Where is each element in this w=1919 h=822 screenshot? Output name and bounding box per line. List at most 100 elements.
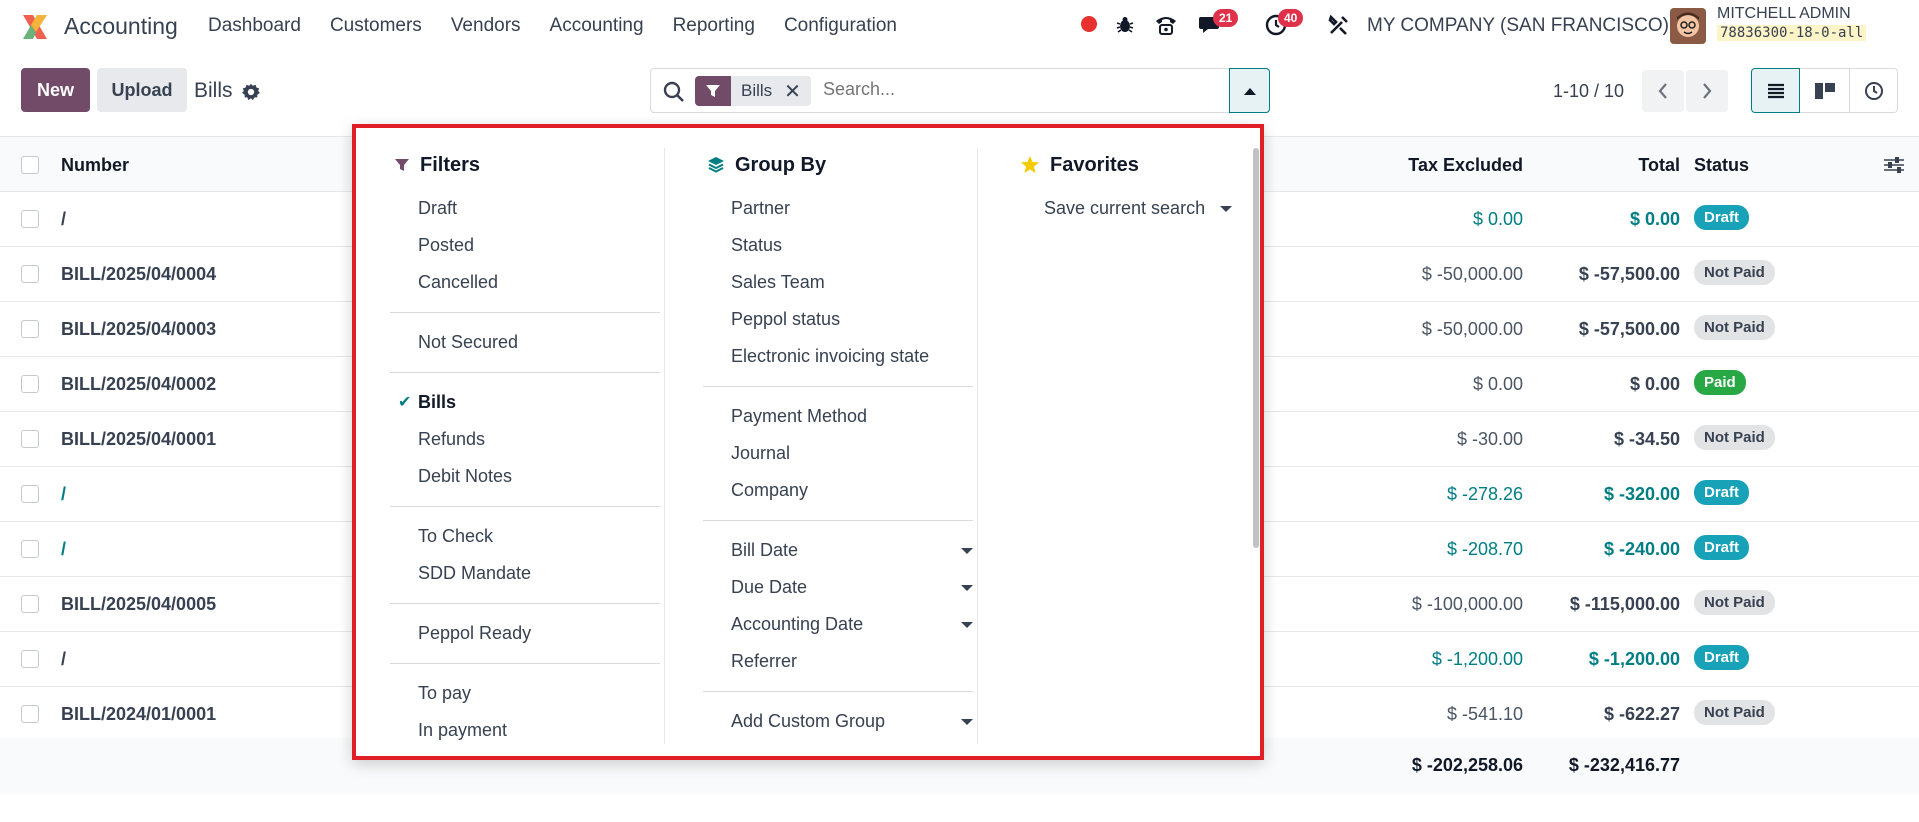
- column-tax-excluded[interactable]: Tax Excluded: [1408, 155, 1523, 176]
- company-switcher[interactable]: MY COMPANY (SAN FRANCISCO): [1367, 15, 1669, 37]
- facet-remove-icon[interactable]: ✕: [780, 76, 811, 106]
- filter-sdd-mandate[interactable]: SDD Mandate: [390, 555, 660, 592]
- toggle-search-panel-button[interactable]: [1229, 68, 1270, 113]
- menu-accounting[interactable]: Accounting: [550, 15, 644, 37]
- groupby-accounting-date[interactable]: Accounting Date: [703, 606, 973, 643]
- clock-icon: [1864, 81, 1883, 100]
- groupby-referrer[interactable]: Referrer: [703, 643, 973, 680]
- upload-button[interactable]: Upload: [97, 68, 187, 112]
- dropdown-scrollbar[interactable]: [1252, 128, 1260, 756]
- activity-view-button[interactable]: [1849, 68, 1898, 113]
- filter-icon: [695, 76, 731, 106]
- optional-columns-icon[interactable]: [1883, 156, 1905, 174]
- status-badge: Not Paid: [1694, 260, 1775, 285]
- filter-refunds[interactable]: Refunds: [390, 421, 660, 458]
- add-custom-group-select[interactable]: Add Custom Group: [703, 703, 973, 740]
- row-checkbox[interactable]: [21, 650, 39, 668]
- filter-not-secured[interactable]: Not Secured: [390, 324, 660, 361]
- gear-icon[interactable]: [242, 83, 260, 101]
- row-checkbox[interactable]: [21, 705, 39, 723]
- menu-dashboard[interactable]: Dashboard: [208, 15, 301, 37]
- filters-column: Filters Draft Posted Cancelled Not Secur…: [390, 152, 660, 749]
- row-checkbox[interactable]: [21, 375, 39, 393]
- new-button[interactable]: New: [21, 68, 90, 112]
- sum-tax-excluded: $ -202,258.06: [1411, 755, 1523, 775]
- column-divider: [977, 148, 978, 744]
- row-checkbox[interactable]: [21, 540, 39, 558]
- cell-total: $ -240.00: [1603, 539, 1680, 559]
- pager-value[interactable]: 1-10 / 10: [1553, 81, 1624, 102]
- app-name[interactable]: Accounting: [64, 13, 178, 40]
- recording-indicator-icon[interactable]: [1081, 16, 1097, 32]
- pager-previous-button[interactable]: [1642, 70, 1684, 112]
- column-total[interactable]: Total: [1638, 155, 1680, 176]
- pager-next-button[interactable]: [1686, 70, 1728, 112]
- groupby-partner[interactable]: Partner: [703, 190, 973, 227]
- phone-icon[interactable]: [1153, 12, 1179, 38]
- cell-number: BILL/2025/04/0002: [61, 374, 217, 394]
- list-icon: [1767, 83, 1784, 98]
- cell-tax-excluded: $ -278.26: [1446, 484, 1523, 504]
- favorites-column: Favorites Save current search: [1016, 152, 1236, 227]
- select-all-checkbox[interactable]: [21, 156, 39, 174]
- settings-tools-icon[interactable]: [1326, 12, 1352, 38]
- column-divider: [664, 148, 665, 744]
- column-number[interactable]: Number: [61, 155, 129, 176]
- groupby-company[interactable]: Company: [703, 472, 973, 509]
- favorites-heading: Favorites: [1016, 152, 1236, 178]
- cell-number: /: [61, 649, 67, 669]
- filter-in-payment[interactable]: In payment: [390, 712, 660, 749]
- bug-icon[interactable]: [1112, 12, 1138, 38]
- accounting-app-icon[interactable]: [20, 12, 50, 42]
- groupby-payment-method[interactable]: Payment Method: [703, 398, 973, 435]
- row-checkbox[interactable]: [21, 265, 39, 283]
- cell-tax-excluded: $ -100,000.00: [1411, 594, 1523, 614]
- search-bar[interactable]: Bills ✕: [650, 68, 1270, 113]
- groupby-sales-team[interactable]: Sales Team: [703, 264, 973, 301]
- status-badge: Not Paid: [1694, 700, 1775, 725]
- filter-peppol-ready[interactable]: Peppol Ready: [390, 615, 660, 652]
- save-current-search[interactable]: Save current search: [1016, 190, 1236, 227]
- filter-to-pay[interactable]: To pay: [390, 675, 660, 712]
- status-badge: Not Paid: [1694, 425, 1775, 450]
- row-checkbox[interactable]: [21, 210, 39, 228]
- filter-debit-notes[interactable]: Debit Notes: [390, 458, 660, 495]
- groupby-bill-date[interactable]: Bill Date: [703, 532, 973, 569]
- row-checkbox[interactable]: [21, 485, 39, 503]
- row-checkbox[interactable]: [21, 320, 39, 338]
- divider: [703, 520, 973, 521]
- groupby-due-date[interactable]: Due Date: [703, 569, 973, 606]
- groupby-status[interactable]: Status: [703, 227, 973, 264]
- search-input[interactable]: [823, 79, 1203, 100]
- menu-configuration[interactable]: Configuration: [784, 15, 897, 37]
- status-badge: Draft: [1694, 480, 1750, 505]
- filter-to-check[interactable]: To Check: [390, 518, 660, 555]
- filter-bills[interactable]: ✔ Bills: [390, 384, 660, 421]
- filter-cancelled[interactable]: Cancelled: [390, 264, 660, 301]
- user-name[interactable]: MITCHELL ADMIN: [1717, 5, 1851, 23]
- row-checkbox[interactable]: [21, 595, 39, 613]
- cell-number: BILL/2024/01/0001: [61, 704, 217, 724]
- menu-customers[interactable]: Customers: [330, 15, 422, 37]
- menu-reporting[interactable]: Reporting: [673, 15, 755, 37]
- filter-draft[interactable]: Draft: [390, 190, 660, 227]
- cell-number: /: [61, 539, 67, 559]
- cell-tax-excluded: $ -50,000.00: [1421, 264, 1523, 284]
- menu-vendors[interactable]: Vendors: [451, 15, 521, 37]
- column-status[interactable]: Status: [1694, 155, 1749, 176]
- cell-total: $ 0.00: [1629, 374, 1680, 394]
- kanban-icon: [1814, 82, 1835, 99]
- groupby-bill-date-label: Bill Date: [731, 540, 799, 560]
- row-checkbox[interactable]: [21, 430, 39, 448]
- user-avatar[interactable]: [1670, 8, 1706, 44]
- filter-posted[interactable]: Posted: [390, 227, 660, 264]
- kanban-view-button[interactable]: [1800, 68, 1849, 113]
- groupby-journal[interactable]: Journal: [703, 435, 973, 472]
- list-view-button[interactable]: [1751, 68, 1800, 113]
- groupby-einvoicing-state[interactable]: Electronic invoicing state: [703, 338, 973, 375]
- scrollbar-thumb[interactable]: [1253, 148, 1259, 548]
- search-facet-bills: Bills ✕: [695, 76, 811, 106]
- divider: [703, 386, 973, 387]
- cell-tax-excluded: $ -1,200.00: [1431, 649, 1523, 669]
- groupby-peppol-status[interactable]: Peppol status: [703, 301, 973, 338]
